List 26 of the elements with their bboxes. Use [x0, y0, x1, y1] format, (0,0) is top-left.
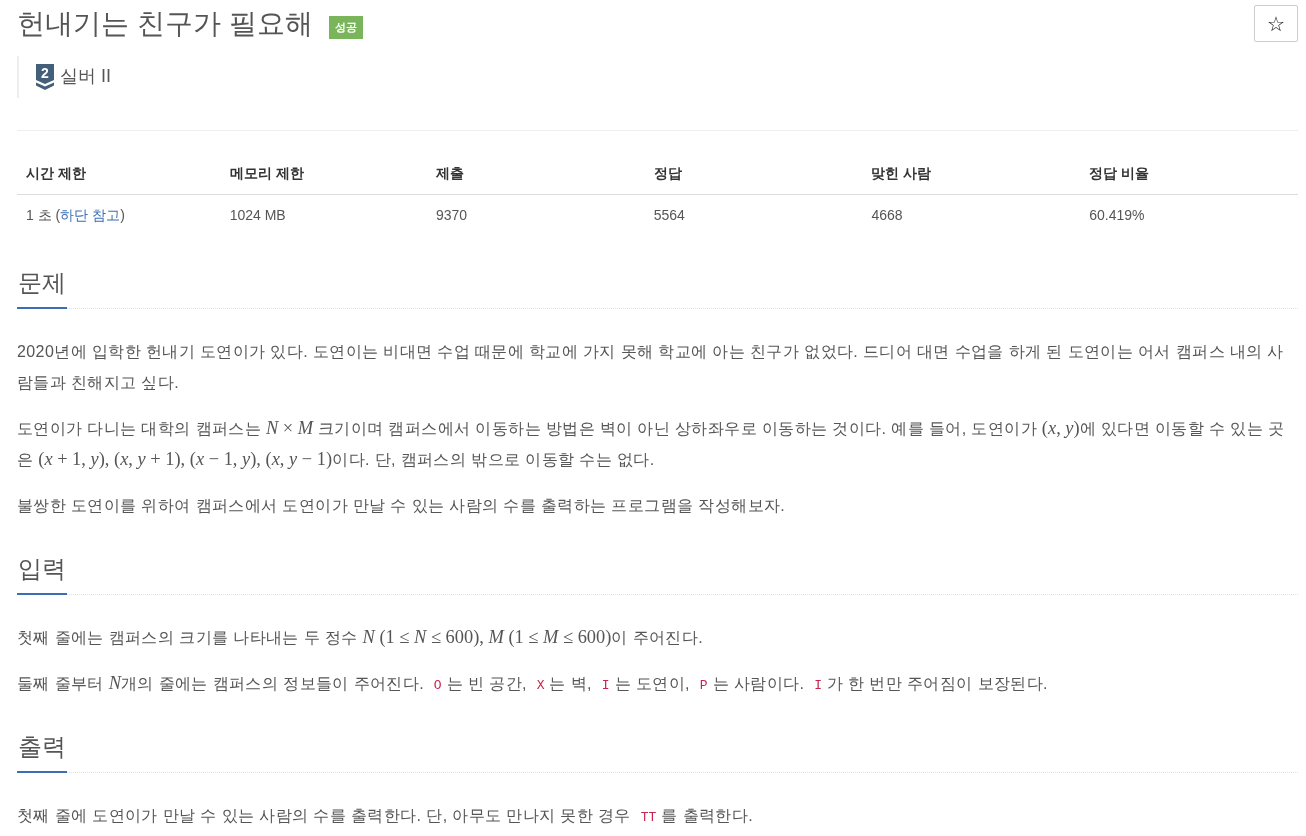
tier-name: 실버 II [60, 65, 111, 89]
table-cell: 9370 [426, 194, 645, 235]
paragraph: 둘째 줄부터 N개의 줄에는 캠퍼스의 정보들이 주어진다. O 는 빈 공간, X 는 벽, I 는 도연이, P 는 사람이다. I 가 한 번만 주어짐이 보장된다. [17, 671, 1049, 695]
paragraph: 2020년에 입학한 헌내기 도연이가 있다. 도연이는 비대면 수업 때문에 학교에 가지 못해 학교에 아는 친구가 없었다. 드디어 대면 수업을 하게 된 도연이는 어서 캠퍼스 내의 사람들과 친해지고 싶다. [17, 341, 1285, 393]
column-header: 맞힌 사람 [862, 151, 1081, 195]
result-label: 성공 [328, 15, 363, 39]
table-cell: 4668 [862, 194, 1081, 235]
paragraph: 첫째 줄에는 캠퍼스의 크기를 나타내는 두 정수 N (1 ≤ N ≤ 600), M (1 ≤ M ≤ 600)이 주어진다. [17, 625, 705, 649]
table-cell: 5564 [644, 194, 863, 235]
favorite-star-button[interactable]: ☆ [1254, 5, 1298, 42]
column-header: 시간 제한 [17, 151, 221, 195]
table-cell: 60.419% [1080, 194, 1298, 235]
problem-title: 헌내기는 친구가 필요해 [17, 7, 313, 41]
column-header: 정답 [644, 151, 863, 195]
paragraph: 첫째 줄에 도연이가 만날 수 있는 사람의 수를 출력한다. 단, 아무도 만나지 못한 경우 TT 를 출력한다. [17, 805, 755, 827]
section-heading: 출력 [17, 729, 67, 773]
column-header: 메모리 제한 [220, 151, 427, 195]
section-heading: 문제 [17, 265, 67, 309]
paragraph: 불쌍한 도연이를 위하여 캠퍼스에서 도연이가 만날 수 있는 사람의 수를 출력하는 프로그램을 작성해보자. [17, 495, 787, 516]
column-header: 정답 비율 [1080, 151, 1298, 195]
column-header: 제출 [426, 151, 645, 195]
table-cell: 1 초 (하단 참고) [26, 206, 125, 223]
paragraph: 도연이가 다니는 대학의 캠퍼스는 N × M 크기이며 캠퍼스에서 이동하는 방법은 벽이 아닌 상하좌우로 이동하는 것이다. 예를 들어, 도연이가 (x, y)에 있다면 이동할 수 있는 곳은 (x + 1, y), (x, y + 1), (x − 1, y), (x, y − 1)이다. 단, 캠퍼스의 밖으로 이동할 수는 없다. [17, 416, 1286, 471]
reference-link[interactable]: 하단 참고 [60, 206, 121, 223]
section-heading: 입력 [17, 551, 67, 595]
table-cell: 1024 MB [220, 194, 427, 235]
